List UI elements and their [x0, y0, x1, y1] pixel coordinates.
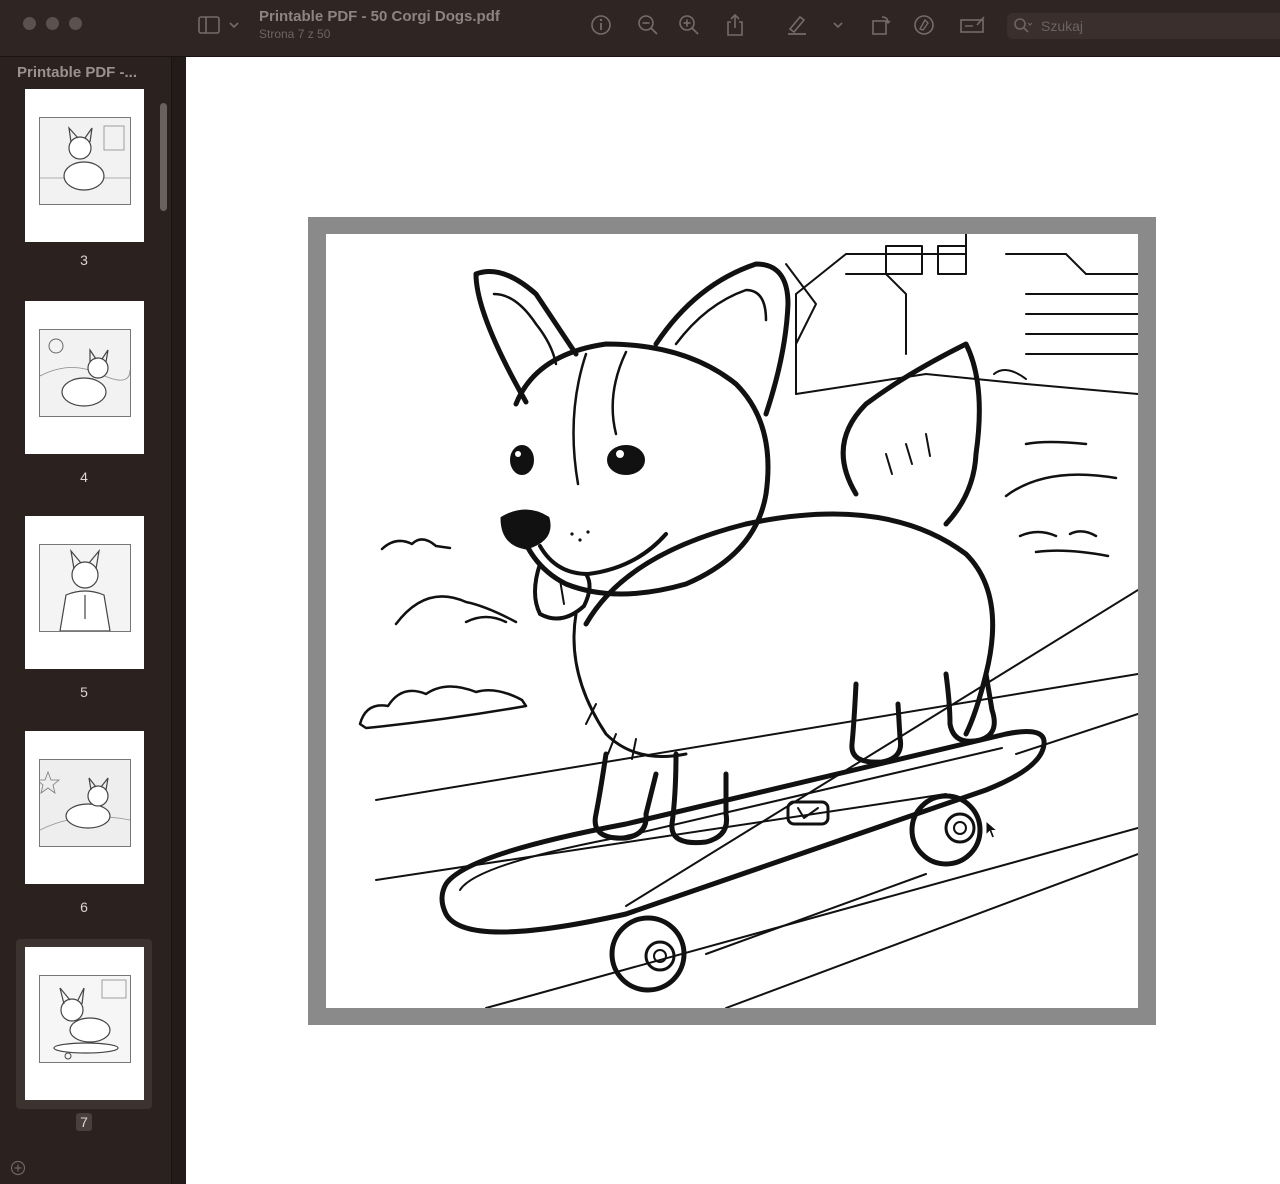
info-icon[interactable]: [588, 12, 614, 38]
thumbnail-image: [25, 516, 144, 669]
thumbnail-page-7[interactable]: 7: [16, 939, 152, 1131]
share-icon[interactable]: [722, 12, 748, 38]
zoom-in-icon[interactable]: [676, 12, 702, 38]
chevron-down-icon[interactable]: [224, 12, 244, 38]
thumbnail-label: 3: [80, 252, 88, 268]
page-frame: [308, 217, 1156, 1025]
thumbnail-sidebar[interactable]: Printable PDF -... 3 4 5 6 7: [0, 57, 171, 1184]
thumbnail-page-3[interactable]: 3: [16, 87, 152, 272]
close-window-button[interactable]: [23, 17, 36, 30]
thumbnail-image: [25, 89, 144, 242]
rotate-icon[interactable]: [868, 12, 894, 38]
highlight-pen-icon[interactable]: [784, 12, 810, 38]
minimize-window-button[interactable]: [46, 17, 59, 30]
sidebar-toggle-icon[interactable]: [196, 12, 222, 38]
sidebar-resize-handle[interactable]: [171, 57, 186, 1184]
mouse-cursor-icon: [985, 820, 999, 839]
document-title: Printable PDF - 50 Corgi Dogs.pdf: [259, 8, 500, 25]
thumbnail-label: 5: [80, 684, 88, 700]
thumbnail-page-6[interactable]: 6: [16, 731, 152, 916]
add-page-icon[interactable]: [10, 1160, 26, 1176]
search-icon: [1013, 17, 1033, 35]
document-view[interactable]: [186, 57, 1280, 1184]
page-indicator: Strona 7 z 50: [259, 27, 331, 41]
thumbnail-image: [25, 731, 144, 884]
corgi-skateboard-illustration: [326, 234, 1138, 1008]
thumbnail-image: [25, 301, 144, 454]
thumbnail-page-4[interactable]: 4: [16, 301, 152, 486]
markup-icon[interactable]: [911, 12, 937, 38]
search-field[interactable]: [1007, 13, 1280, 39]
form-fill-icon[interactable]: [958, 12, 988, 38]
sidebar-document-title: Printable PDF -...: [17, 64, 138, 81]
thumbnail-label: 4: [80, 469, 88, 485]
window-toolbar: Printable PDF - 50 Corgi Dogs.pdf Strona…: [0, 0, 1280, 57]
thumbnail-label: 6: [80, 899, 88, 915]
thumbnail-image: [25, 947, 144, 1100]
zoom-window-button[interactable]: [69, 17, 82, 30]
thumbnail-label: 7: [16, 1113, 152, 1131]
search-input[interactable]: [1039, 17, 1263, 35]
chevron-down-icon[interactable]: [828, 12, 848, 38]
thumbnail-page-5[interactable]: 5: [16, 516, 152, 701]
zoom-out-icon[interactable]: [635, 12, 661, 38]
sidebar-scrollbar[interactable]: [160, 103, 167, 211]
